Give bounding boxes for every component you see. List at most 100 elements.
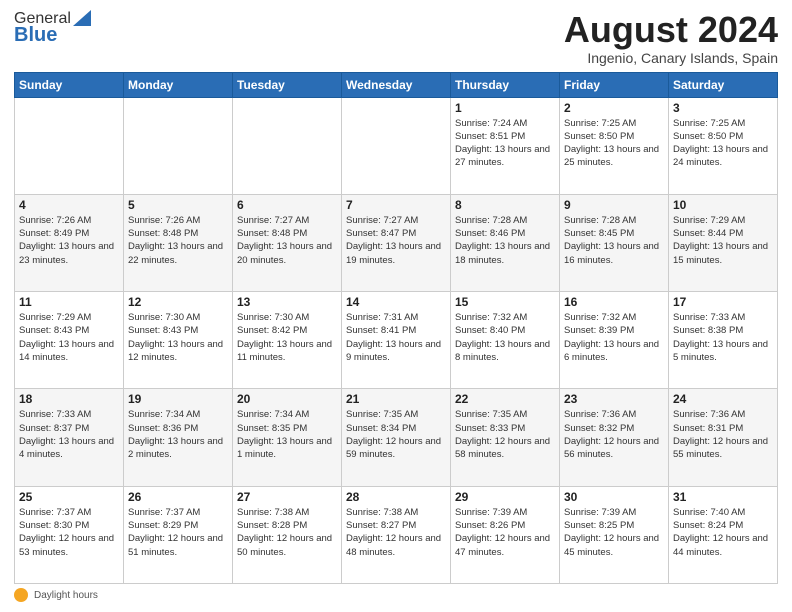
day-info: Sunrise: 7:38 AM Sunset: 8:27 PM Dayligh… xyxy=(346,506,446,559)
calendar-cell: 3 Sunrise: 7:25 AM Sunset: 8:50 PM Daylig… xyxy=(669,97,778,194)
calendar-cell: 15 Sunrise: 7:32 AM Sunset: 8:40 PM Dayli… xyxy=(451,292,560,389)
day-info: Sunrise: 7:24 AM Sunset: 8:51 PM Dayligh… xyxy=(455,117,555,170)
day-info: Sunrise: 7:25 AM Sunset: 8:50 PM Dayligh… xyxy=(564,117,664,170)
day-number: 27 xyxy=(237,490,337,504)
day-number: 1 xyxy=(455,101,555,115)
day-info: Sunrise: 7:37 AM Sunset: 8:30 PM Dayligh… xyxy=(19,506,119,559)
day-info: Sunrise: 7:33 AM Sunset: 8:38 PM Dayligh… xyxy=(673,311,773,364)
calendar-week-4: 18Sunrise: 7:33 AM Sunset: 8:37 PM Dayli… xyxy=(15,389,778,486)
calendar-cell: 12Sunrise: 7:30 AM Sunset: 8:43 PM Dayli… xyxy=(124,292,233,389)
calendar-cell: 21 Sunrise: 7:35 AM Sunset: 8:34 PM Dayli… xyxy=(342,389,451,486)
day-number: 17 xyxy=(673,295,773,309)
calendar-week-5: 25 Sunrise: 7:37 AM Sunset: 8:30 PM Dayli… xyxy=(15,486,778,583)
calendar-cell: 29Sunrise: 7:39 AM Sunset: 8:26 PM Dayli… xyxy=(451,486,560,583)
calendar-cell: 11 Sunrise: 7:29 AM Sunset: 8:43 PM Dayli… xyxy=(15,292,124,389)
calendar-week-3: 11 Sunrise: 7:29 AM Sunset: 8:43 PM Dayli… xyxy=(15,292,778,389)
day-number: 24 xyxy=(673,392,773,406)
day-info: Sunrise: 7:26 AM Sunset: 8:49 PM Dayligh… xyxy=(19,214,119,267)
day-info: Sunrise: 7:26 AM Sunset: 8:48 PM Dayligh… xyxy=(128,214,228,267)
col-sunday: Sunday xyxy=(15,72,124,97)
day-number: 25 xyxy=(19,490,119,504)
day-info: Sunrise: 7:38 AM Sunset: 8:28 PM Dayligh… xyxy=(237,506,337,559)
day-number: 23 xyxy=(564,392,664,406)
day-info: Sunrise: 7:35 AM Sunset: 8:33 PM Dayligh… xyxy=(455,408,555,461)
calendar-cell: 5 Sunrise: 7:26 AM Sunset: 8:48 PM Daylig… xyxy=(124,194,233,291)
calendar-cell: 10 Sunrise: 7:29 AM Sunset: 8:44 PM Dayli… xyxy=(669,194,778,291)
day-info: Sunrise: 7:27 AM Sunset: 8:47 PM Dayligh… xyxy=(346,214,446,267)
col-monday: Monday xyxy=(124,72,233,97)
calendar-cell: 22 Sunrise: 7:35 AM Sunset: 8:33 PM Dayli… xyxy=(451,389,560,486)
day-number: 6 xyxy=(237,198,337,212)
day-number: 21 xyxy=(346,392,446,406)
day-number: 30 xyxy=(564,490,664,504)
calendar-cell: 2 Sunrise: 7:25 AM Sunset: 8:50 PM Daylig… xyxy=(560,97,669,194)
footer: Daylight hours xyxy=(14,588,778,602)
day-info: Sunrise: 7:29 AM Sunset: 8:44 PM Dayligh… xyxy=(673,214,773,267)
day-number: 19 xyxy=(128,392,228,406)
day-number: 20 xyxy=(237,392,337,406)
calendar-week-1: 1 Sunrise: 7:24 AM Sunset: 8:51 PM Daylig… xyxy=(15,97,778,194)
calendar-cell: 24Sunrise: 7:36 AM Sunset: 8:31 PM Dayli… xyxy=(669,389,778,486)
logo-blue-text: Blue xyxy=(14,24,57,47)
day-number: 8 xyxy=(455,198,555,212)
calendar-cell: 14 Sunrise: 7:31 AM Sunset: 8:41 PM Dayli… xyxy=(342,292,451,389)
day-number: 22 xyxy=(455,392,555,406)
day-info: Sunrise: 7:34 AM Sunset: 8:36 PM Dayligh… xyxy=(128,408,228,461)
title-section: August 2024 Ingenio, Canary Islands, Spa… xyxy=(564,10,778,66)
col-tuesday: Tuesday xyxy=(233,72,342,97)
calendar-cell xyxy=(342,97,451,194)
day-info: Sunrise: 7:31 AM Sunset: 8:41 PM Dayligh… xyxy=(346,311,446,364)
day-info: Sunrise: 7:30 AM Sunset: 8:42 PM Dayligh… xyxy=(237,311,337,364)
day-number: 14 xyxy=(346,295,446,309)
day-info: Sunrise: 7:32 AM Sunset: 8:40 PM Dayligh… xyxy=(455,311,555,364)
day-info: Sunrise: 7:39 AM Sunset: 8:25 PM Dayligh… xyxy=(564,506,664,559)
day-info: Sunrise: 7:28 AM Sunset: 8:45 PM Dayligh… xyxy=(564,214,664,267)
calendar-cell: 7 Sunrise: 7:27 AM Sunset: 8:47 PM Daylig… xyxy=(342,194,451,291)
day-number: 2 xyxy=(564,101,664,115)
month-title: August 2024 xyxy=(564,10,778,50)
day-info: Sunrise: 7:34 AM Sunset: 8:35 PM Dayligh… xyxy=(237,408,337,461)
calendar-cell: 30 Sunrise: 7:39 AM Sunset: 8:25 PM Dayli… xyxy=(560,486,669,583)
day-number: 29 xyxy=(455,490,555,504)
col-saturday: Saturday xyxy=(669,72,778,97)
day-number: 7 xyxy=(346,198,446,212)
logo-triangle-icon xyxy=(73,10,91,26)
day-number: 15 xyxy=(455,295,555,309)
calendar-cell: 27 Sunrise: 7:38 AM Sunset: 8:28 PM Dayli… xyxy=(233,486,342,583)
col-wednesday: Wednesday xyxy=(342,72,451,97)
calendar-cell: 20 Sunrise: 7:34 AM Sunset: 8:35 PM Dayli… xyxy=(233,389,342,486)
day-info: Sunrise: 7:37 AM Sunset: 8:29 PM Dayligh… xyxy=(128,506,228,559)
header: General Blue August 2024 Ingenio, Canary… xyxy=(14,10,778,66)
calendar-cell: 1 Sunrise: 7:24 AM Sunset: 8:51 PM Daylig… xyxy=(451,97,560,194)
calendar-cell: 25 Sunrise: 7:37 AM Sunset: 8:30 PM Dayli… xyxy=(15,486,124,583)
calendar-body: 1 Sunrise: 7:24 AM Sunset: 8:51 PM Daylig… xyxy=(15,97,778,583)
day-info: Sunrise: 7:36 AM Sunset: 8:32 PM Dayligh… xyxy=(564,408,664,461)
day-number: 11 xyxy=(19,295,119,309)
day-info: Sunrise: 7:29 AM Sunset: 8:43 PM Dayligh… xyxy=(19,311,119,364)
day-info: Sunrise: 7:25 AM Sunset: 8:50 PM Dayligh… xyxy=(673,117,773,170)
day-info: Sunrise: 7:27 AM Sunset: 8:48 PM Dayligh… xyxy=(237,214,337,267)
day-number: 5 xyxy=(128,198,228,212)
day-number: 10 xyxy=(673,198,773,212)
day-number: 3 xyxy=(673,101,773,115)
header-row: Sunday Monday Tuesday Wednesday Thursday… xyxy=(15,72,778,97)
calendar-cell: 8Sunrise: 7:28 AM Sunset: 8:46 PM Daylig… xyxy=(451,194,560,291)
day-info: Sunrise: 7:35 AM Sunset: 8:34 PM Dayligh… xyxy=(346,408,446,461)
calendar-header: Sunday Monday Tuesday Wednesday Thursday… xyxy=(15,72,778,97)
logo: General Blue xyxy=(14,10,91,47)
day-number: 13 xyxy=(237,295,337,309)
day-info: Sunrise: 7:32 AM Sunset: 8:39 PM Dayligh… xyxy=(564,311,664,364)
calendar-cell xyxy=(124,97,233,194)
day-number: 18 xyxy=(19,392,119,406)
calendar-cell: 18Sunrise: 7:33 AM Sunset: 8:37 PM Dayli… xyxy=(15,389,124,486)
col-thursday: Thursday xyxy=(451,72,560,97)
calendar-cell: 23 Sunrise: 7:36 AM Sunset: 8:32 PM Dayli… xyxy=(560,389,669,486)
day-number: 9 xyxy=(564,198,664,212)
page: General Blue August 2024 Ingenio, Canary… xyxy=(0,0,792,612)
calendar-cell: 19 Sunrise: 7:34 AM Sunset: 8:36 PM Dayli… xyxy=(124,389,233,486)
calendar-cell: 31Sunrise: 7:40 AM Sunset: 8:24 PM Dayli… xyxy=(669,486,778,583)
day-number: 16 xyxy=(564,295,664,309)
day-info: Sunrise: 7:30 AM Sunset: 8:43 PM Dayligh… xyxy=(128,311,228,364)
calendar-week-2: 4Sunrise: 7:26 AM Sunset: 8:49 PM Daylig… xyxy=(15,194,778,291)
day-number: 31 xyxy=(673,490,773,504)
